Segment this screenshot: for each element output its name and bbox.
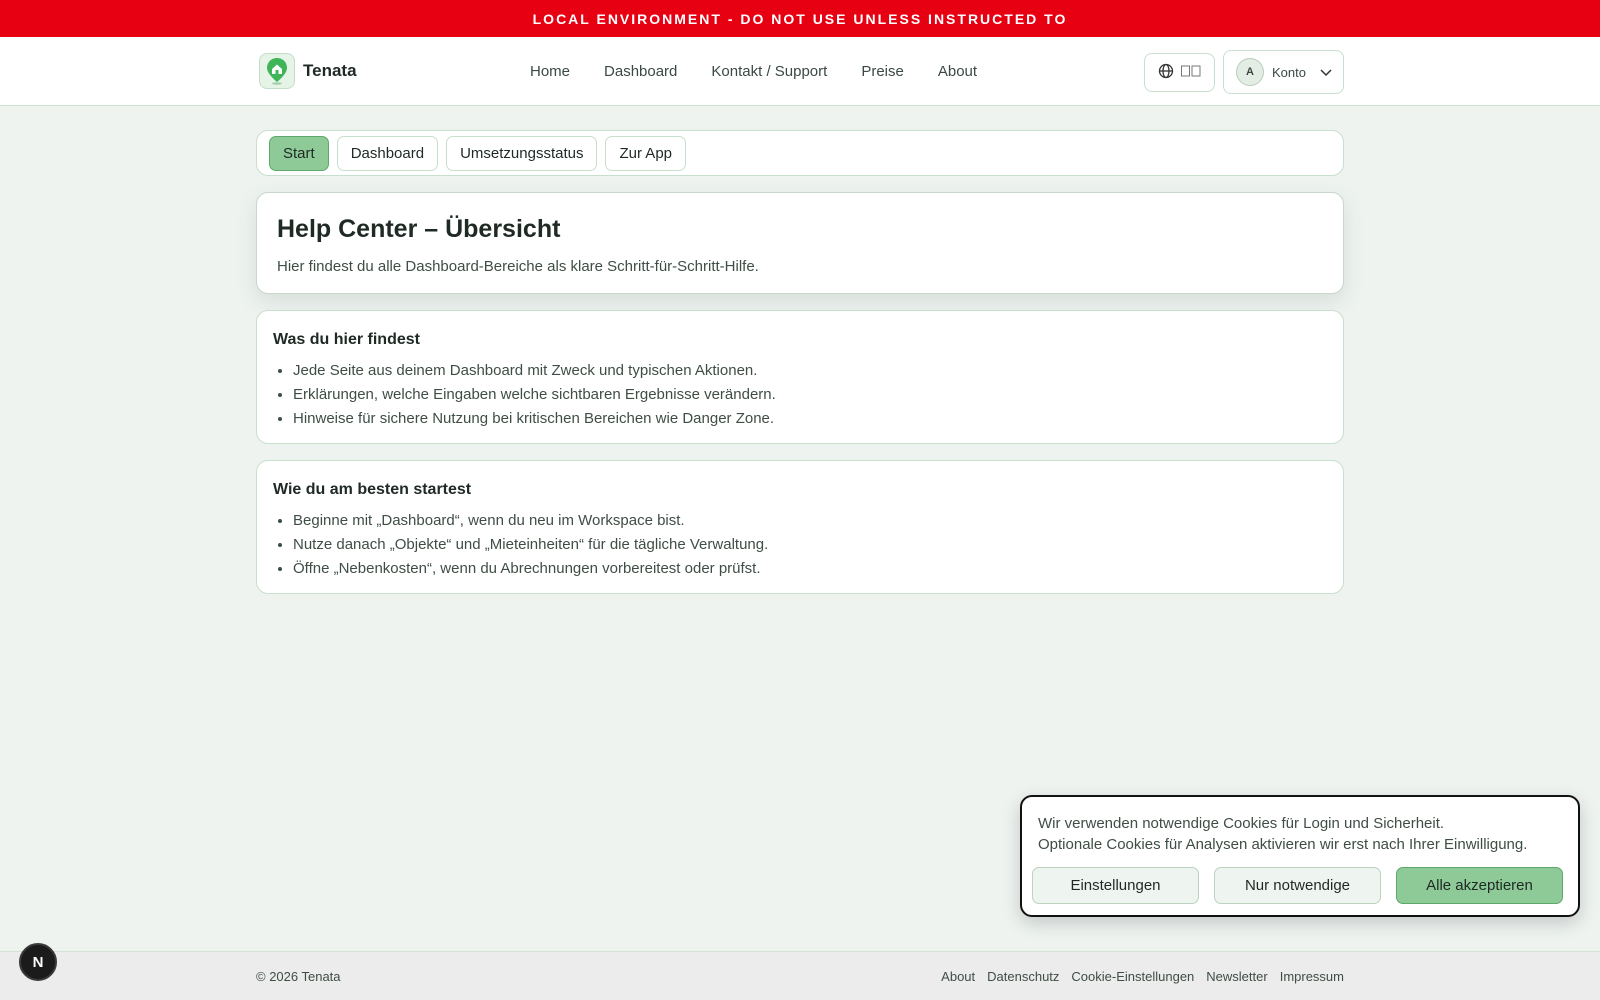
footer-link-cookie-einstellungen[interactable]: Cookie-Einstellungen	[1071, 969, 1194, 984]
card-title: Wie du am besten startest	[273, 481, 472, 498]
info-card-wie-du-startest: Wie du am besten startest Beginne mit „D…	[256, 460, 1344, 594]
card-title: Was du hier findest	[273, 331, 420, 348]
tab-umsetzungsstatus[interactable]: Umsetzungsstatus	[446, 135, 598, 171]
footer-link-datenschutz[interactable]: Datenschutz	[987, 969, 1059, 984]
list-item: Erklärungen, welche Eingaben welche sich…	[293, 383, 1327, 407]
top-navigation: Tenata Home Dashboard Kontakt / Support …	[0, 37, 1600, 106]
cookie-actions: Einstellungen Nur notwendige Alle akzept…	[1032, 867, 1563, 904]
language-button[interactable]	[1144, 53, 1215, 92]
cookie-necessary-button[interactable]: Nur notwendige	[1214, 867, 1381, 904]
environment-banner: LOCAL ENVIRONMENT - DO NOT USE UNLESS IN…	[0, 0, 1600, 37]
info-card-was-du-findest: Was du hier findest Jede Seite aus deine…	[256, 310, 1344, 444]
footer: © 2026 Tenata About Datenschutz Cookie-E…	[0, 951, 1600, 1000]
footer-copyright: © 2026 Tenata	[256, 969, 341, 984]
main-nav: Home Dashboard Kontakt / Support Preise …	[530, 37, 977, 106]
page-title: Help Center – Übersicht	[277, 215, 561, 243]
cookie-accept-all-button[interactable]: Alle akzeptieren	[1396, 867, 1563, 904]
flag-placeholder-icon	[1181, 65, 1201, 80]
cookie-banner: Wir verwenden notwendige Cookies für Log…	[1020, 795, 1580, 917]
nav-link-about[interactable]: About	[938, 63, 977, 80]
avatar: A	[1236, 58, 1264, 86]
tab-dashboard[interactable]: Dashboard	[336, 135, 439, 171]
footer-link-impressum[interactable]: Impressum	[1280, 969, 1344, 984]
nav-link-dashboard[interactable]: Dashboard	[604, 63, 677, 80]
nav-link-kontakt-support[interactable]: Kontakt / Support	[711, 63, 827, 80]
cookie-text-line-2: Optionale Cookies für Analysen aktiviere…	[1038, 836, 1528, 853]
account-label: Konto	[1272, 64, 1306, 80]
page-subtitle: Hier findest du alle Dashboard-Bereiche …	[277, 258, 759, 275]
nav-link-preise[interactable]: Preise	[861, 63, 904, 80]
footer-link-about[interactable]: About	[941, 969, 975, 984]
footer-links: About Datenschutz Cookie-Einstellungen N…	[941, 969, 1344, 984]
hero-card: Help Center – Übersicht Hier findest du …	[256, 192, 1344, 294]
tab-zur-app[interactable]: Zur App	[605, 135, 686, 171]
list-item: Hinweise für sichere Nutzung bei kritisc…	[293, 407, 1327, 431]
list-item: Jede Seite aus deinem Dashboard mit Zwec…	[293, 359, 1327, 383]
cookie-text-line-1: Wir verwenden notwendige Cookies für Log…	[1038, 815, 1445, 832]
help-tab-bar: Start Dashboard Umsetzungsstatus Zur App	[256, 130, 1344, 176]
nav-link-home[interactable]: Home	[530, 63, 570, 80]
list-item: Öffne „Nebenkosten“, wenn du Abrechnunge…	[293, 557, 1327, 581]
brand[interactable]: Tenata	[259, 53, 357, 89]
brand-name: Tenata	[303, 61, 357, 80]
list-item: Beginne mit „Dashboard“, wenn du neu im …	[293, 509, 1327, 533]
house-pin-icon	[259, 53, 295, 89]
footer-link-newsletter[interactable]: Newsletter	[1206, 969, 1267, 984]
nextjs-dev-badge[interactable]: N	[19, 943, 57, 981]
account-menu-button[interactable]: A Konto	[1223, 50, 1344, 94]
list-item: Nutze danach „Objekte“ und „Mieteinheite…	[293, 533, 1327, 557]
globe-icon	[1158, 63, 1174, 82]
cookie-settings-button[interactable]: Einstellungen	[1032, 867, 1199, 904]
tab-start[interactable]: Start	[269, 135, 329, 171]
chevron-down-icon	[1320, 65, 1332, 80]
